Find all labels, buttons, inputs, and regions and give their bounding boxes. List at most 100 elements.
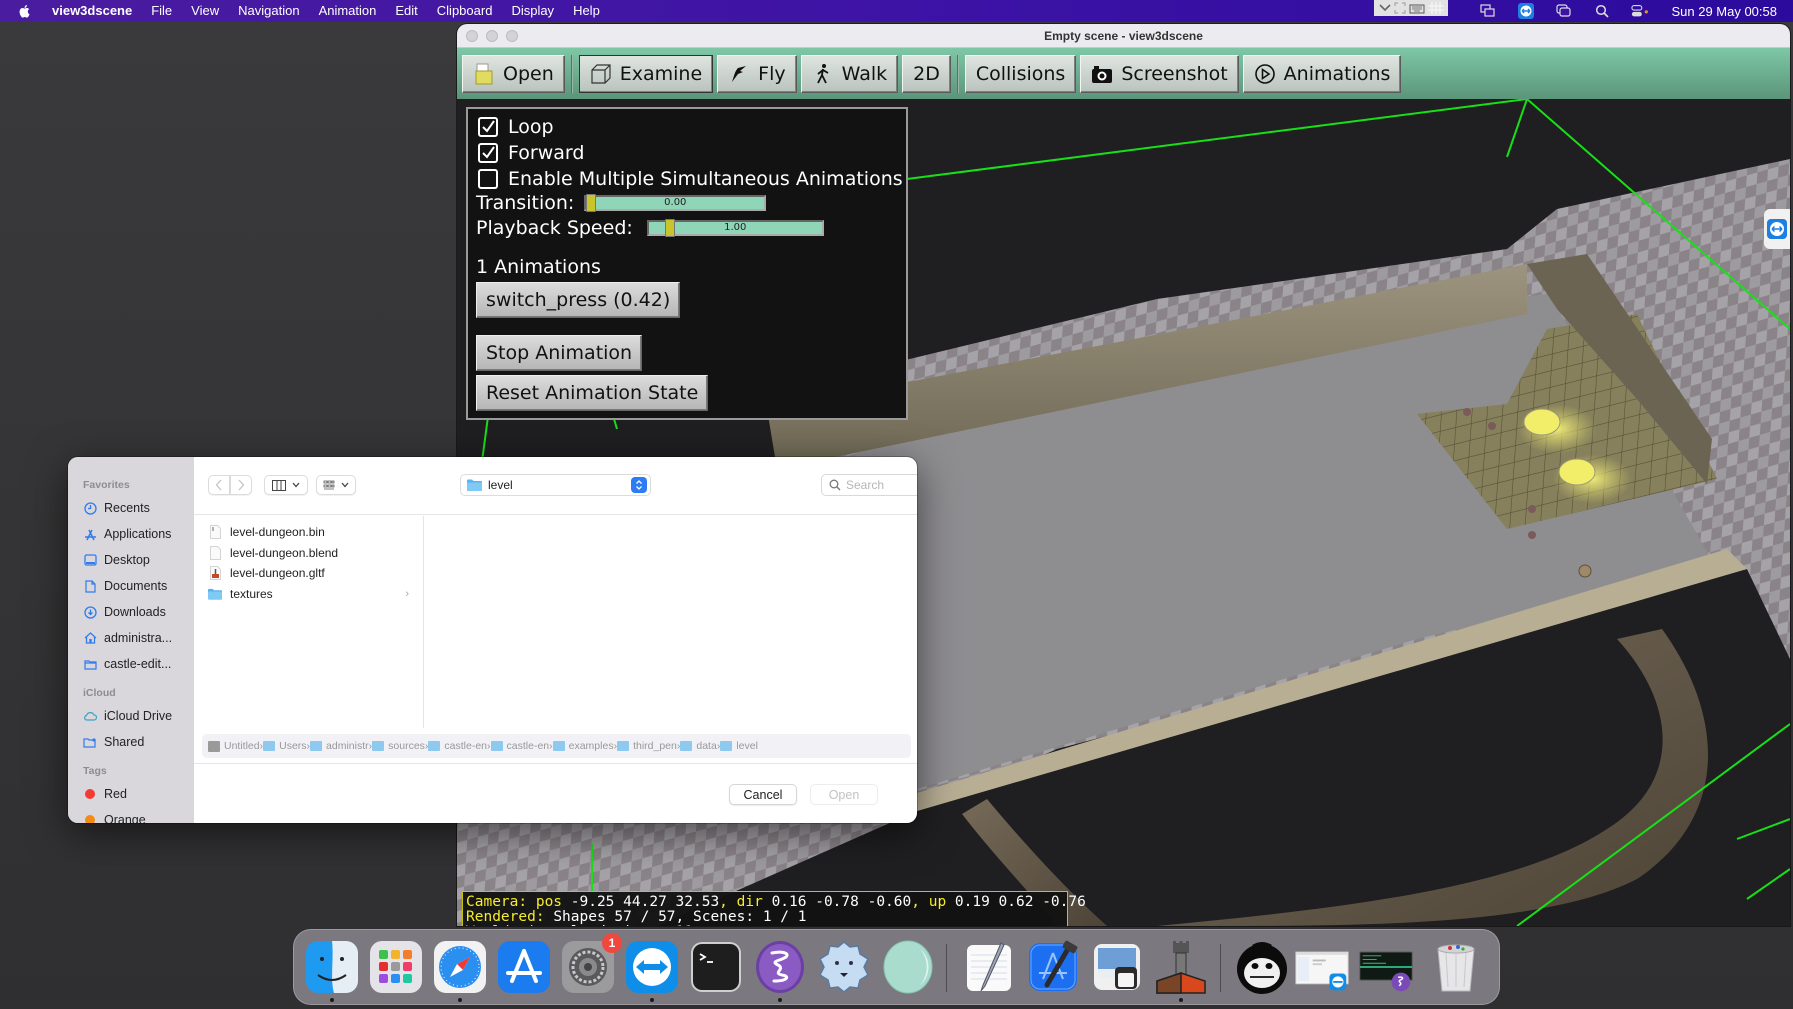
open-button[interactable]: Open xyxy=(462,54,565,93)
sidebar-item-castle-editor[interactable]: castle-edit... xyxy=(68,651,194,677)
menu-file[interactable]: File xyxy=(151,0,172,22)
window-titlebar[interactable]: Empty scene - view3dscene xyxy=(457,24,1790,48)
file-row-level-dungeon-bin[interactable]: level-dungeon.bin xyxy=(194,522,423,543)
sidebar-item-applications[interactable]: Applications xyxy=(68,521,194,547)
menu-navigation[interactable]: Navigation xyxy=(238,0,299,22)
reset-animation-state-button[interactable]: Reset Animation State xyxy=(476,375,709,411)
sidebar-item-documents[interactable]: Documents xyxy=(68,573,194,599)
stop-animation-button[interactable]: Stop Animation xyxy=(476,335,643,371)
path-segment[interactable]: castle-en xyxy=(490,740,549,752)
sidebar-tag-orange[interactable]: Orange xyxy=(68,807,194,823)
zoom-window-button[interactable] xyxy=(506,30,518,42)
playback-speed-slider[interactable]: 1.00 xyxy=(646,219,824,237)
animation-switch-press-button[interactable]: switch_press (0.42) xyxy=(476,282,681,318)
dock-castle-editor[interactable] xyxy=(1153,939,1209,1002)
2d-button[interactable]: 2D xyxy=(902,54,951,93)
path-segment[interactable]: data xyxy=(680,740,717,752)
location-popup[interactable]: level xyxy=(460,474,651,496)
animations-button[interactable]: Animations xyxy=(1242,54,1402,93)
sidebar-item-home[interactable]: administra... xyxy=(68,625,194,651)
menu-animation[interactable]: Animation xyxy=(319,0,377,22)
path-segment[interactable]: administr xyxy=(310,740,369,752)
view-mode-button[interactable] xyxy=(264,475,308,495)
window-switcher-icon[interactable] xyxy=(1555,3,1573,19)
menu-app-name[interactable]: view3dscene xyxy=(52,0,132,22)
path-segment[interactable]: Users xyxy=(263,740,307,752)
group-by-button[interactable] xyxy=(316,475,356,495)
forward-checkbox-row[interactable]: Forward xyxy=(478,142,584,164)
dock-cyan-orb-app[interactable] xyxy=(880,939,936,995)
screenshot-button[interactable]: Screenshot xyxy=(1080,54,1239,93)
path-segment[interactable]: sources xyxy=(372,740,425,752)
dock-textedit[interactable] xyxy=(961,939,1017,995)
forward-checkbox[interactable] xyxy=(478,143,498,163)
search-input[interactable] xyxy=(846,478,917,492)
menu-clipboard[interactable]: Clipboard xyxy=(437,0,493,22)
dock-castle-model-viewer[interactable] xyxy=(816,939,872,995)
sidebar-item-shared[interactable]: Shared xyxy=(68,729,194,755)
transition-slider[interactable]: 0.00 xyxy=(584,194,767,212)
back-button[interactable] xyxy=(208,475,230,495)
input-source-widget[interactable] xyxy=(1374,0,1448,16)
teamviewer-side-tab[interactable] xyxy=(1764,209,1790,249)
minimize-window-button[interactable] xyxy=(486,30,498,42)
fly-button-label: Fly xyxy=(758,62,786,85)
dock-emacs[interactable] xyxy=(752,939,808,1002)
multiple-animations-checkbox-row[interactable]: Enable Multiple Simultaneous Animations xyxy=(478,168,903,190)
teamviewer-menu-icon[interactable] xyxy=(1517,3,1535,19)
sidebar-item-recents[interactable]: Recents xyxy=(68,495,194,521)
menu-help[interactable]: Help xyxy=(573,0,600,22)
forward-button[interactable] xyxy=(230,475,252,495)
menu-view[interactable]: View xyxy=(191,0,219,22)
file-row-level-dungeon-gltf[interactable]: level-dungeon.gltf xyxy=(194,563,423,584)
playback-speed-slider-thumb[interactable] xyxy=(665,219,676,237)
dock-teamviewer[interactable] xyxy=(624,939,680,1002)
multiple-animations-checkbox[interactable] xyxy=(478,169,498,189)
dock-system-preferences[interactable]: 1 xyxy=(560,933,622,995)
sidebar-item-downloads[interactable]: Downloads xyxy=(68,599,194,625)
transition-slider-thumb[interactable] xyxy=(586,194,597,212)
loop-checkbox-row[interactable]: Loop xyxy=(478,116,554,138)
screen-mirroring-icon[interactable] xyxy=(1479,3,1497,19)
menubar-clock[interactable]: Sun 29 May 00:58 xyxy=(1671,4,1777,19)
dock-xcode[interactable] xyxy=(1025,939,1081,995)
walk-button[interactable]: Walk xyxy=(800,54,899,93)
dock-preview[interactable] xyxy=(1089,939,1145,995)
folder-icon xyxy=(83,657,97,671)
path-segment[interactable]: third_pen xyxy=(617,740,677,752)
sidebar-tag-red[interactable]: Red xyxy=(68,781,194,807)
close-window-button[interactable] xyxy=(466,30,478,42)
menu-edit[interactable]: Edit xyxy=(395,0,417,22)
path-segment[interactable]: Untitled xyxy=(208,740,260,752)
cancel-button[interactable]: Cancel xyxy=(729,784,797,805)
path-segment[interactable]: level xyxy=(720,740,758,752)
sidebar-item-desktop[interactable]: Desktop xyxy=(68,547,194,573)
dock-emacs-window[interactable] xyxy=(1358,939,1418,995)
location-stepper[interactable] xyxy=(631,477,647,493)
apple-icon[interactable] xyxy=(18,3,34,19)
spotlight-search-icon[interactable] xyxy=(1593,3,1611,19)
path-segment[interactable]: examples xyxy=(552,740,614,752)
file-row-level-dungeon-blend[interactable]: level-dungeon.blend xyxy=(194,543,423,564)
dock-separator xyxy=(946,944,947,992)
dock-terminal[interactable] xyxy=(688,939,744,995)
collisions-button[interactable]: Collisions xyxy=(964,54,1077,93)
dock-launchpad[interactable] xyxy=(368,939,424,995)
sidebar-item-icloud-drive[interactable]: iCloud Drive xyxy=(68,703,194,729)
fly-button[interactable]: Fly xyxy=(717,54,797,93)
loop-checkbox[interactable] xyxy=(478,117,498,137)
dock-teamviewer-window[interactable] xyxy=(1294,939,1354,995)
dock-app-store[interactable] xyxy=(496,939,552,995)
control-center-icon[interactable] xyxy=(1631,3,1649,19)
open-file-button[interactable]: Open xyxy=(810,784,878,805)
dock-gorilla-app[interactable] xyxy=(1234,939,1290,995)
search-field[interactable] xyxy=(821,474,917,496)
menu-display[interactable]: Display xyxy=(511,0,554,22)
dock-trash[interactable] xyxy=(1428,939,1484,995)
chevron-down-icon xyxy=(1378,4,1391,12)
file-row-textures-folder[interactable]: textures › xyxy=(194,584,423,605)
path-segment[interactable]: castle-en xyxy=(428,740,487,752)
dock-finder[interactable] xyxy=(304,939,360,1002)
examine-button[interactable]: Examine xyxy=(578,54,714,93)
dock-safari[interactable] xyxy=(432,939,488,1002)
